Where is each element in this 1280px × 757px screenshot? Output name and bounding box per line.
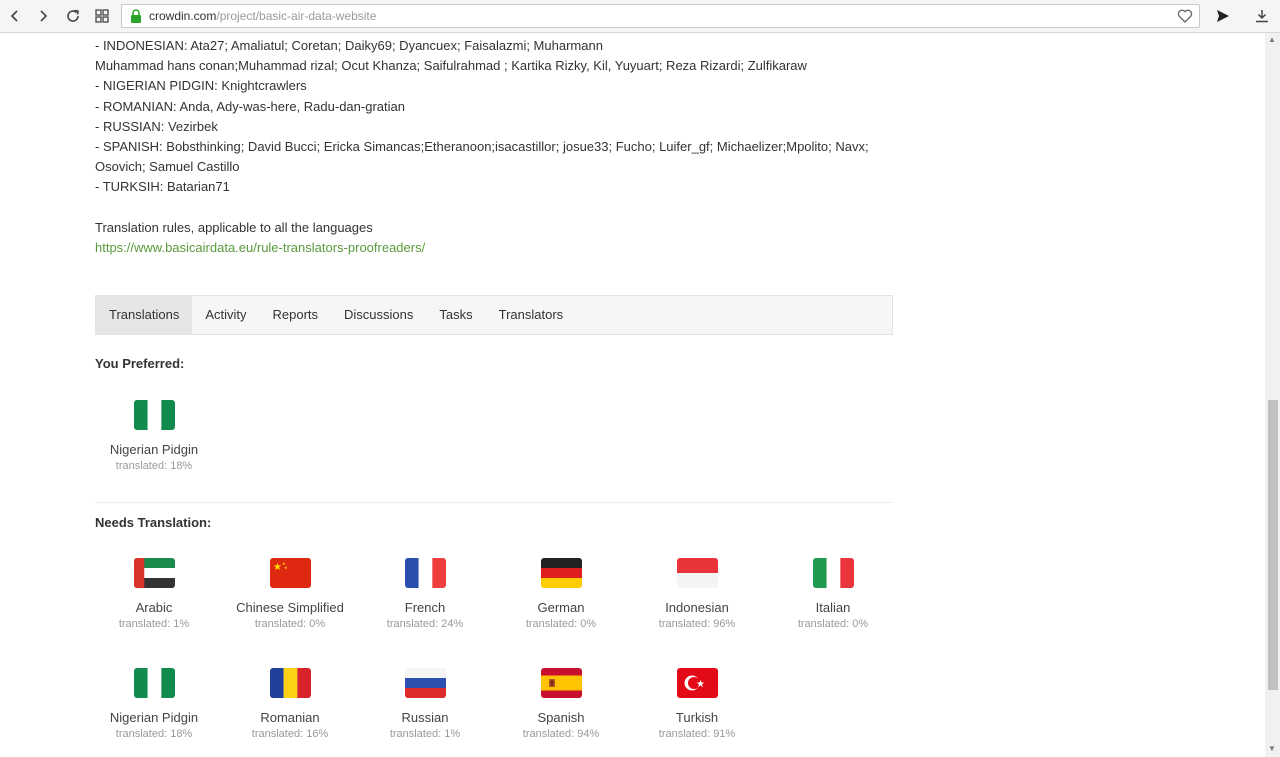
svg-text:★: ★ xyxy=(284,565,288,570)
bookmark-heart-icon[interactable] xyxy=(1177,8,1193,24)
language-name: Italian xyxy=(815,600,851,615)
language-card-chinese-simplified[interactable]: ★ ★ ★ Chinese Simplified translated: 0% xyxy=(222,558,358,631)
credit-line: Osovich; Samuel Castillo xyxy=(95,159,240,175)
section-divider xyxy=(95,502,893,503)
url-host: crowdin.com xyxy=(149,9,217,23)
scroll-down-arrow-icon[interactable]: ▼ xyxy=(1268,744,1276,753)
germany-flag-icon xyxy=(540,558,582,588)
project-description: - INDONESIAN: Ata27; Amaliatul; Coretan;… xyxy=(95,36,895,258)
language-progress: translated: 0% xyxy=(254,618,326,630)
language-name: German xyxy=(537,600,585,615)
turkey-flag-icon: ★ xyxy=(676,668,718,698)
needs-section-title: Needs Translation: xyxy=(95,515,212,530)
lock-icon xyxy=(130,9,142,23)
italy-flag-icon xyxy=(812,558,854,588)
language-progress: translated: 96% xyxy=(658,618,736,630)
svg-text:★: ★ xyxy=(273,562,282,573)
credit-line: - ROMANIAN: Anda, Ady-was-here, Radu-dan… xyxy=(95,98,405,114)
language-progress: translated: 0% xyxy=(525,618,597,630)
credit-line: - TURKSIH: Batarian71 xyxy=(95,179,230,195)
language-card-turkish[interactable]: ★ Turkish translated: 91% xyxy=(629,668,765,741)
language-name: Nigerian Pidgin xyxy=(109,442,199,457)
language-name: Arabic xyxy=(135,600,173,615)
language-progress: translated: 0% xyxy=(797,618,869,630)
language-progress: translated: 24% xyxy=(386,618,464,630)
tab-discussions[interactable]: Discussions xyxy=(331,296,426,334)
credit-line: - SPANISH: Bobsthinking; David Bucci; Er… xyxy=(95,139,869,155)
language-progress: translated: 1% xyxy=(389,728,461,740)
language-name: Turkish xyxy=(675,710,719,725)
language-card-indonesian[interactable]: Indonesian translated: 96% xyxy=(629,558,765,631)
language-card-spanish[interactable]: Spanish translated: 94% xyxy=(493,668,629,741)
credit-line: - INDONESIAN: Ata27; Amaliatul; Coretan;… xyxy=(95,38,603,53)
language-name: Russian xyxy=(401,710,449,725)
romania-flag-icon xyxy=(269,668,311,698)
language-progress: translated: 18% xyxy=(115,460,193,472)
language-name: Chinese Simplified xyxy=(236,600,344,615)
speed-dial-button[interactable] xyxy=(90,4,114,28)
tab-activity[interactable]: Activity xyxy=(192,296,259,334)
russia-flag-icon xyxy=(404,668,446,698)
china-flag-icon: ★ ★ ★ xyxy=(269,558,311,588)
language-card-arabic[interactable]: Arabic translated: 1% xyxy=(86,558,222,631)
scrollbar-thumb[interactable] xyxy=(1268,400,1278,690)
indonesia-flag-icon xyxy=(676,558,718,588)
language-name: Nigerian Pidgin xyxy=(109,710,199,725)
browser-toolbar: crowdin.com /project/basic-air-data-webs… xyxy=(0,0,1280,33)
rules-link[interactable]: https://www.basicairdata.eu/rule-transla… xyxy=(95,240,425,255)
preferred-section-title: You Preferred: xyxy=(95,356,185,371)
language-progress: translated: 18% xyxy=(115,728,193,740)
nigeria-flag-icon xyxy=(133,668,175,698)
send-button[interactable] xyxy=(1211,4,1235,28)
language-progress: translated: 1% xyxy=(118,618,190,630)
spain-flag-icon xyxy=(540,668,582,698)
credit-line: Muhammad hans conan;Muhammad rizal; Ocut… xyxy=(95,58,807,74)
tab-tasks[interactable]: Tasks xyxy=(426,296,485,334)
language-card-nigerian-pidgin[interactable]: Nigerian Pidgin translated: 18% xyxy=(86,400,222,473)
language-card-nigerian-pidgin[interactable]: Nigerian Pidgin translated: 18% xyxy=(86,668,222,741)
arrow-right-icon xyxy=(40,10,48,22)
language-progress: translated: 94% xyxy=(522,728,600,740)
tab-translators[interactable]: Translators xyxy=(486,296,577,334)
downloads-button[interactable] xyxy=(1250,4,1274,28)
tab-reports[interactable]: Reports xyxy=(260,296,332,334)
language-name: Spanish xyxy=(537,710,585,725)
send-icon xyxy=(1217,10,1229,22)
address-bar[interactable]: crowdin.com /project/basic-air-data-webs… xyxy=(121,4,1200,28)
nigeria-flag-icon xyxy=(133,400,175,430)
reload-button[interactable] xyxy=(61,4,85,28)
back-button[interactable] xyxy=(3,4,27,28)
language-card-german[interactable]: German translated: 0% xyxy=(493,558,629,631)
france-flag-icon xyxy=(404,558,446,588)
language-name: French xyxy=(404,600,446,615)
project-tabs: Translations Activity Reports Discussion… xyxy=(95,295,893,335)
language-progress: translated: 16% xyxy=(251,728,329,740)
download-icon xyxy=(1256,10,1268,23)
reload-icon xyxy=(67,9,79,22)
tab-translations[interactable]: Translations xyxy=(96,296,193,334)
arrow-left-icon xyxy=(10,10,18,22)
forward-button[interactable] xyxy=(31,4,55,28)
language-card-russian[interactable]: Russian translated: 1% xyxy=(357,668,493,741)
url-path: /project/basic-air-data-website xyxy=(216,9,377,23)
uae-flag-icon xyxy=(133,558,175,588)
language-name: Indonesian xyxy=(665,600,729,615)
grid-icon xyxy=(95,9,109,23)
svg-text:★: ★ xyxy=(696,679,705,690)
credit-line: - RUSSIAN: Vezirbek xyxy=(95,118,218,134)
language-card-french[interactable]: French translated: 24% xyxy=(357,558,493,631)
language-name: Romanian xyxy=(260,710,320,725)
language-card-romanian[interactable]: Romanian translated: 16% xyxy=(222,668,358,741)
credit-line: - NIGERIAN PIDGIN: Knightcrawlers xyxy=(95,78,307,94)
scroll-up-arrow-icon[interactable]: ▲ xyxy=(1268,35,1276,44)
rules-text: Translation rules, applicable to all the… xyxy=(95,219,373,235)
language-card-italian[interactable]: Italian translated: 0% xyxy=(765,558,901,631)
language-progress: translated: 91% xyxy=(658,728,736,740)
